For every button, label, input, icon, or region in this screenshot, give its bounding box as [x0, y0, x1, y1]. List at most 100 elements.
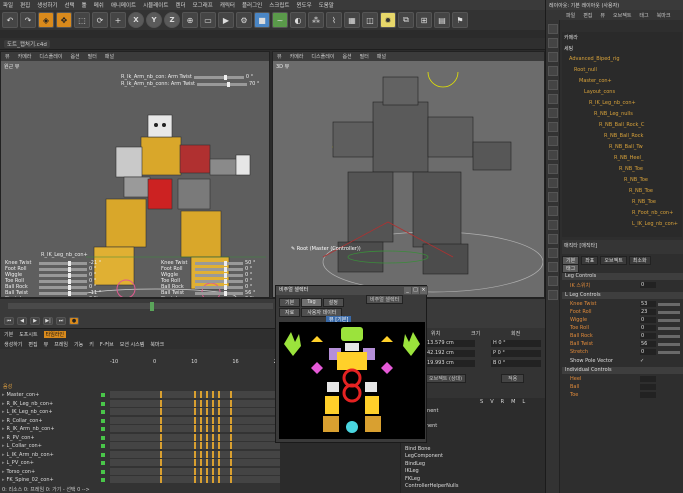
side-tool-icon[interactable]	[548, 24, 558, 34]
x-axis-button[interactable]: X	[128, 12, 144, 28]
menu-item-8[interactable]: 렌더	[175, 1, 185, 9]
ik-switch-row[interactable]: IK 스위치 0	[562, 282, 683, 289]
chest-picker[interactable]	[337, 352, 367, 370]
first-frame-icon[interactable]: ⏮	[4, 317, 14, 325]
keyframe[interactable]	[230, 425, 232, 432]
object-tree-item[interactable]: Root_null	[574, 67, 597, 73]
dopesheet-row[interactable]: ▸ Master_con+	[0, 391, 105, 399]
menu-item-14[interactable]: 도움말	[319, 1, 334, 9]
deformer-icon[interactable]: ⌇	[326, 12, 342, 28]
viewport-perspective[interactable]: 뷰 카메라 디스플레이 옵션 필터 패널 원근 뷰 R_Ik_Arm_nb_con: Ar…	[0, 51, 270, 298]
keyframe[interactable]	[194, 399, 196, 407]
attribute-slider[interactable]	[658, 327, 680, 330]
keyframe[interactable]	[160, 450, 162, 458]
keyframe[interactable]	[200, 425, 202, 432]
side-tool-icon[interactable]	[548, 66, 558, 76]
object-tree-item[interactable]: Advanced_Biped_rig	[569, 56, 620, 62]
attribute-value[interactable]: 0	[640, 325, 656, 331]
leg-control-slider[interactable]	[39, 260, 87, 266]
object-tree-item[interactable]: R_Foot_nb_con+	[632, 210, 673, 216]
object-manager-menu-item[interactable]: 태그	[639, 12, 648, 19]
menu-item-3[interactable]: 선택	[65, 1, 75, 9]
side-tool-icon[interactable]	[548, 150, 558, 160]
side-tool-icon[interactable]	[548, 192, 558, 202]
object-tree-item[interactable]: R_NB_Toe	[632, 199, 656, 205]
arm-twist-slider-2[interactable]	[196, 81, 247, 87]
keyframe[interactable]	[160, 425, 162, 432]
keyframe[interactable]	[218, 425, 220, 432]
attribute-value[interactable]: 23	[640, 309, 656, 315]
viewport-menu-item[interactable]: 뷰	[5, 53, 10, 60]
keyframe[interactable]	[194, 442, 196, 449]
side-tool-icon[interactable]	[548, 108, 558, 118]
array-icon[interactable]: ⁂	[308, 12, 324, 28]
nurbs-icon[interactable]: ◐	[290, 12, 306, 28]
side-tool-icon[interactable]	[548, 38, 558, 48]
dopesheet-track[interactable]	[110, 442, 280, 449]
keyframe[interactable]	[212, 459, 214, 466]
spline-icon[interactable]: ~	[272, 12, 288, 28]
dopesheet-menu-item[interactable]: 기능	[74, 341, 83, 348]
viewport-menu-item[interactable]: 카메라	[18, 53, 32, 60]
robot-wireframe[interactable]	[293, 72, 543, 297]
dopesheet-row[interactable]: ▸ L_IK_Arm_nb_con+	[0, 451, 105, 459]
leg-control-slider[interactable]	[195, 290, 243, 296]
close-icon[interactable]: ×	[420, 287, 427, 294]
keyframe[interactable]	[200, 399, 202, 407]
l-foot-picker[interactable]	[323, 416, 339, 432]
expand-icon[interactable]: ▸	[2, 401, 5, 407]
attribute-row[interactable]: Ball Twist 56	[562, 341, 683, 348]
viewport-menu-item[interactable]: 뷰	[277, 53, 282, 60]
keyframe[interactable]	[200, 391, 202, 398]
keyframe[interactable]	[160, 467, 162, 475]
expand-icon[interactable]: ▸	[2, 443, 5, 449]
enabled-indicator-icon[interactable]	[101, 444, 105, 448]
dopesheet-menu-item[interactable]: 키	[89, 341, 94, 348]
menu-item-4[interactable]: 툴	[82, 1, 87, 9]
keyframe[interactable]	[200, 476, 202, 483]
keyframe[interactable]	[218, 408, 220, 415]
arm-twist-control-2[interactable]: R_Ik_Arm_nb_conn: Arm Twist 70 °	[121, 81, 259, 87]
document-tab[interactable]: 도트_캡처기.c4d	[4, 40, 50, 48]
dopesheet-row[interactable]: ▸ R_PV_con+	[0, 434, 105, 442]
keyframe[interactable]	[160, 399, 162, 407]
enabled-indicator-icon[interactable]	[101, 435, 105, 440]
attribute-value[interactable]: 56	[640, 341, 656, 347]
dopesheet-track[interactable]	[110, 433, 280, 441]
expand-icon[interactable]: ▸	[2, 477, 5, 483]
keyframe[interactable]	[160, 459, 162, 466]
coord-angle[interactable]: P 0 °	[491, 350, 541, 357]
keyframe[interactable]	[206, 442, 208, 449]
leg-control-slider[interactable]	[39, 290, 87, 296]
keyframe[interactable]	[212, 391, 214, 398]
keyframe[interactable]	[200, 416, 202, 424]
enabled-indicator-icon[interactable]	[101, 478, 105, 482]
workplane-icon[interactable]: ⊞	[416, 12, 432, 28]
object-tree-item[interactable]: R_NB_Toe	[619, 166, 643, 172]
keyframe[interactable]	[206, 399, 208, 407]
keyframe[interactable]	[194, 467, 196, 475]
y-axis-button[interactable]: Y	[146, 12, 162, 28]
l-hip-picker[interactable]	[327, 382, 339, 392]
keyframe[interactable]	[218, 416, 220, 424]
side-tool-icon[interactable]	[548, 94, 558, 104]
attribute-tab[interactable]: 최소화	[628, 256, 651, 265]
neck-picker[interactable]	[345, 343, 359, 351]
scene-icon[interactable]: ▦	[344, 12, 360, 28]
side-tool-icon[interactable]	[548, 220, 558, 230]
keyframe[interactable]	[194, 408, 196, 415]
keyframe[interactable]	[194, 391, 196, 398]
keyframe[interactable]	[218, 433, 220, 441]
z-axis-button[interactable]: Z	[164, 12, 180, 28]
enabled-indicator-icon[interactable]	[101, 469, 105, 474]
viewport-menu-item[interactable]: 디스플레이	[39, 53, 62, 60]
expand-icon[interactable]: ▸	[2, 460, 5, 466]
object-manager-menu-item[interactable]: 파일	[566, 12, 575, 19]
keyframe[interactable]	[194, 450, 196, 458]
world-icon[interactable]: ⊕	[182, 12, 198, 28]
dopesheet-menu-item[interactable]: 프레임	[54, 341, 68, 348]
keyframe[interactable]	[194, 416, 196, 424]
dopesheet-row[interactable]: ▸ R_IK_Leg_nb_con+	[0, 400, 105, 408]
side-tool-icon[interactable]	[548, 52, 558, 62]
keyframe[interactable]	[230, 433, 232, 441]
